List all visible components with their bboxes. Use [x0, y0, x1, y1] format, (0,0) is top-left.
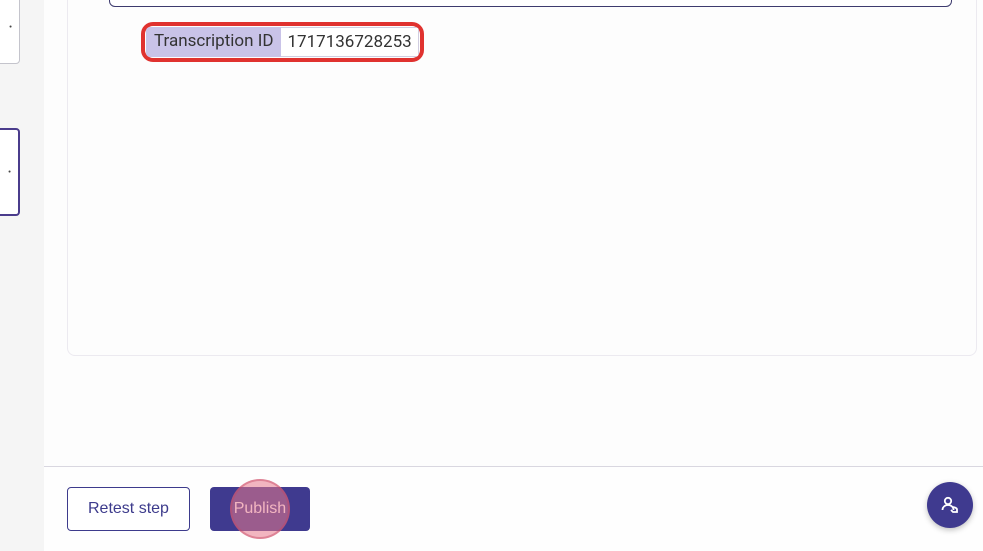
gutter-dot: ·: [7, 162, 12, 183]
chip-highlight-outline: Transcription ID 1717136728253: [141, 22, 424, 62]
help-chat-icon: [938, 493, 962, 517]
publish-button[interactable]: Publish: [210, 487, 310, 531]
publish-button-label: Publish: [234, 500, 286, 518]
chip-label: Transcription ID: [146, 27, 281, 57]
main-area: Transcription ID 1717136728253 Retest st…: [44, 0, 983, 551]
search-field-wrap[interactable]: [109, 0, 952, 7]
help-fab[interactable]: [927, 482, 973, 528]
chip-area: Transcription ID 1717136728253: [141, 22, 424, 62]
data-panel: Transcription ID 1717136728253: [67, 0, 977, 356]
side-gutter: · ·: [0, 0, 44, 551]
footer-bar: Retest step Publish: [44, 466, 983, 551]
gutter-dot: ·: [8, 17, 13, 38]
gutter-node-1[interactable]: ·: [0, 0, 20, 64]
retest-step-button[interactable]: Retest step: [67, 487, 190, 531]
transcription-id-chip[interactable]: Transcription ID 1717136728253: [146, 27, 419, 57]
gutter-node-2[interactable]: ·: [0, 128, 20, 216]
chip-value: 1717136728253: [281, 27, 418, 57]
